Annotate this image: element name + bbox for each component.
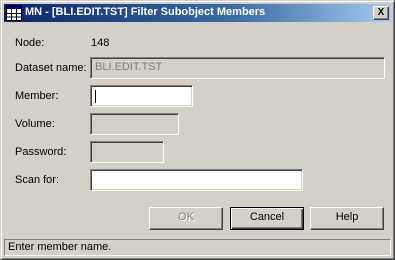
- scan-for-input[interactable]: [90, 169, 303, 191]
- scan-for-label: Scan for:: [15, 174, 60, 186]
- title-bar[interactable]: MN - [BLI.EDIT.TST] Filter Subobject Mem…: [4, 4, 391, 22]
- window-title: MN - [BLI.EDIT.TST] Filter Subobject Mem…: [25, 6, 266, 18]
- node-label: Node:: [15, 37, 45, 49]
- close-button[interactable]: X: [373, 6, 389, 20]
- dataset-name-value: BLI.EDIT.TST: [95, 61, 163, 73]
- ok-button[interactable]: OK: [149, 207, 223, 230]
- volume-label: Volume:: [15, 118, 55, 130]
- status-text: Enter member name.: [8, 241, 112, 253]
- dataset-name-label: Dataset name:: [15, 62, 87, 74]
- grid-window-icon: [6, 5, 22, 21]
- cancel-button[interactable]: Cancel: [230, 207, 304, 230]
- password-label: Password:: [15, 146, 67, 158]
- member-label: Member:: [15, 90, 59, 102]
- volume-input[interactable]: [90, 113, 179, 135]
- dataset-name-field: BLI.EDIT.TST: [90, 57, 385, 79]
- status-bar: Enter member name.: [4, 239, 391, 256]
- dialog-window: MN - [BLI.EDIT.TST] Filter Subobject Mem…: [0, 0, 395, 260]
- close-icon: X: [377, 7, 385, 18]
- node-value: 148: [91, 37, 110, 49]
- member-input[interactable]: [90, 85, 193, 107]
- password-input[interactable]: [90, 141, 164, 163]
- text-caret: [95, 90, 96, 103]
- help-button[interactable]: Help: [310, 207, 384, 230]
